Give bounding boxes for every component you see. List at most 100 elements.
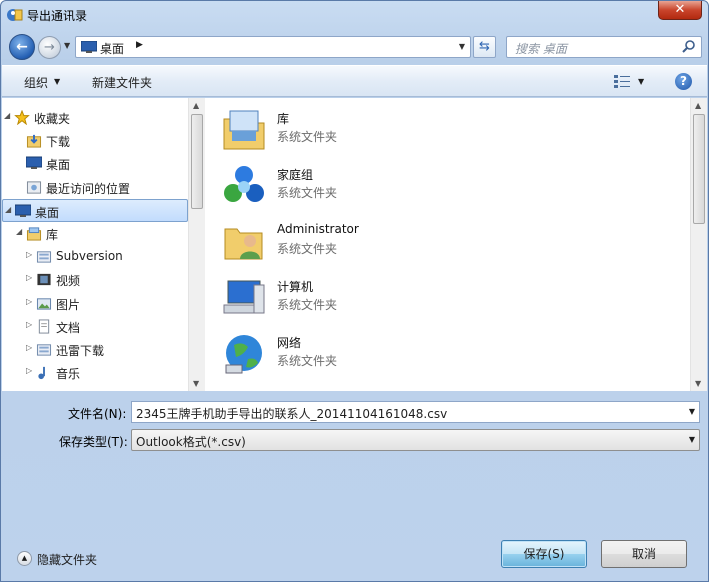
nav-item[interactable]: 桌面 (2, 152, 188, 175)
filetype-label: 保存类型(T): (59, 435, 128, 449)
filetype-value[interactable]: Outlook格式(*.csv) (136, 433, 246, 450)
nav-item-label: 桌面 (46, 158, 71, 173)
dialog-window: 导出通讯录 ✕ ← → ▼ 桌面 ▶ ▼ ⇆ 搜索 桌面 组织 ▼ 新建文件夹 … (0, 0, 709, 582)
hide-folders-label[interactable]: 隐藏文件夹 (37, 551, 97, 568)
organize-button[interactable]: 组织 (24, 74, 48, 91)
pictures-library-icon (36, 296, 52, 311)
video-library-icon (36, 272, 52, 287)
library-doc-icon (36, 249, 52, 264)
breadcrumb-chevron-icon[interactable]: ▶ (136, 40, 143, 50)
nav-item[interactable]: ▷ Subversion (2, 245, 188, 268)
filetype-select[interactable]: Outlook格式(*.csv) ▼ (131, 429, 700, 451)
file-type: 系统文件夹 (277, 354, 338, 368)
cancel-button[interactable]: 取消 (601, 540, 687, 568)
organize-dropdown-icon[interactable]: ▼ (54, 77, 60, 86)
collapsed-triangle-icon[interactable]: ▷ (26, 366, 32, 375)
filename-dropdown-icon[interactable]: ▼ (689, 407, 695, 416)
nav-item-label: 库 (46, 228, 59, 242)
recent-pages-dropdown-icon[interactable]: ▼ (64, 41, 70, 50)
search-icon[interactable] (682, 39, 696, 53)
file-type: 系统文件夹 (277, 130, 338, 144)
nav-item[interactable]: ▷ 文档 (2, 315, 188, 338)
scroll-up-arrow-icon[interactable]: ▲ (193, 101, 199, 110)
save-button[interactable]: 保存(S) (501, 540, 587, 568)
view-options-icon[interactable] (614, 75, 630, 88)
collapsed-triangle-icon[interactable]: ▷ (26, 250, 32, 259)
file-list-item[interactable]: 计算机 系统文件夹 (217, 273, 677, 325)
nav-item-label: 迅雷下载 (56, 344, 105, 358)
nav-item[interactable]: ◢ 库 (2, 222, 188, 245)
file-list-item[interactable]: Administrator 系统文件夹 (217, 217, 677, 269)
address-location[interactable]: 桌面 (100, 40, 124, 57)
nav-pane-scrollbar[interactable]: ▲ ▼ (188, 98, 205, 391)
search-box[interactable]: 搜索 桌面 (506, 36, 702, 58)
scrollbar-thumb[interactable] (191, 114, 203, 209)
view-dropdown-icon[interactable]: ▼ (638, 77, 644, 86)
filename-value[interactable]: 2345王牌手机助手导出的联系人_20141104161048.csv (136, 405, 447, 422)
star-icon (14, 109, 30, 126)
nav-item-label: 收藏夹 (34, 112, 71, 126)
file-type: 系统文件夹 (277, 298, 338, 312)
collapsed-triangle-icon[interactable]: ▷ (26, 273, 32, 282)
collapsed-triangle-icon[interactable]: ▷ (26, 297, 32, 306)
refresh-icon: ⇆ (479, 39, 490, 54)
collapse-up-icon[interactable]: ▲ (17, 551, 32, 566)
nav-item[interactable]: ▷ 视频 (2, 268, 188, 291)
expanded-triangle-icon[interactable]: ◢ (16, 227, 22, 236)
address-bar[interactable]: 桌面 ▶ ▼ (75, 36, 471, 58)
library-icon (222, 107, 266, 151)
help-button[interactable]: ? (675, 73, 692, 90)
refresh-button[interactable]: ⇆ (473, 36, 496, 58)
new-folder-button[interactable]: 新建文件夹 (92, 74, 152, 91)
desktop-icon (14, 204, 32, 219)
desktop-icon (81, 41, 97, 53)
expanded-triangle-icon[interactable]: ◢ (4, 111, 10, 120)
nav-item[interactable]: ▷ 音乐 (2, 361, 188, 384)
download-folder-icon (26, 133, 42, 148)
window-title: 导出通讯录 (27, 9, 88, 23)
recent-places-icon (26, 180, 42, 195)
forward-button[interactable]: → (38, 36, 61, 59)
command-bar: 组织 ▼ 新建文件夹 ▼ ? (2, 65, 707, 97)
computer-icon (222, 275, 266, 319)
file-type: 系统文件夹 (277, 242, 338, 256)
scrollbar-thumb[interactable] (693, 114, 705, 224)
file-list-item[interactable]: 库系统文件夹 (217, 105, 677, 157)
file-name: 网络 (277, 336, 302, 350)
collapsed-triangle-icon[interactable]: ▷ (26, 343, 32, 352)
collapsed-triangle-icon[interactable]: ▷ (26, 320, 32, 329)
nav-item[interactable]: ◢ 收藏夹 (2, 106, 188, 129)
nav-item-label: 图片 (56, 297, 81, 312)
address-dropdown-icon[interactable]: ▼ (459, 42, 465, 51)
filename-label: 文件名(N): (68, 407, 127, 421)
filetype-dropdown-icon[interactable]: ▼ (689, 435, 695, 444)
expanded-triangle-icon[interactable]: ◢ (5, 205, 11, 214)
scroll-down-arrow-icon[interactable]: ▼ (193, 379, 199, 388)
scroll-up-arrow-icon[interactable]: ▲ (695, 101, 701, 110)
nav-item[interactable]: ▷ 迅雷下载 (2, 338, 188, 361)
search-input[interactable]: 搜索 桌面 (515, 40, 567, 57)
filename-field[interactable]: 2345王牌手机助手导出的联系人_20141104161048.csv ▼ (131, 401, 700, 423)
title-bar: 导出通讯录 ✕ (1, 1, 708, 29)
nav-item[interactable]: ◢ 桌面 (2, 198, 188, 222)
nav-item[interactable]: 下载 (2, 129, 188, 152)
close-button[interactable]: ✕ (658, 1, 702, 20)
file-list-scrollbar[interactable]: ▲ ▼ (690, 98, 707, 391)
back-button[interactable]: ← (9, 34, 35, 60)
library-icon (26, 226, 42, 241)
file-name: 计算机 (277, 280, 314, 294)
file-list-item[interactable]: 网络 系统文件夹 (217, 329, 677, 381)
file-list-item[interactable]: 家庭组 系统文件夹 (217, 161, 677, 213)
close-icon: ✕ (674, 2, 686, 17)
file-name: Administrator (277, 222, 359, 236)
nav-item-label: Subversion (56, 249, 123, 264)
app-icon (7, 9, 23, 21)
nav-item-label: 下载 (46, 135, 71, 150)
file-name: 家庭组 (277, 168, 314, 182)
nav-item[interactable]: ▷ 图片 (2, 292, 188, 315)
nav-item[interactable]: 最近访问的位置 (2, 176, 188, 199)
library-doc-icon (36, 342, 52, 357)
scroll-down-arrow-icon[interactable]: ▼ (695, 379, 701, 388)
desktop-icon (25, 156, 43, 171)
music-library-icon (36, 365, 52, 380)
